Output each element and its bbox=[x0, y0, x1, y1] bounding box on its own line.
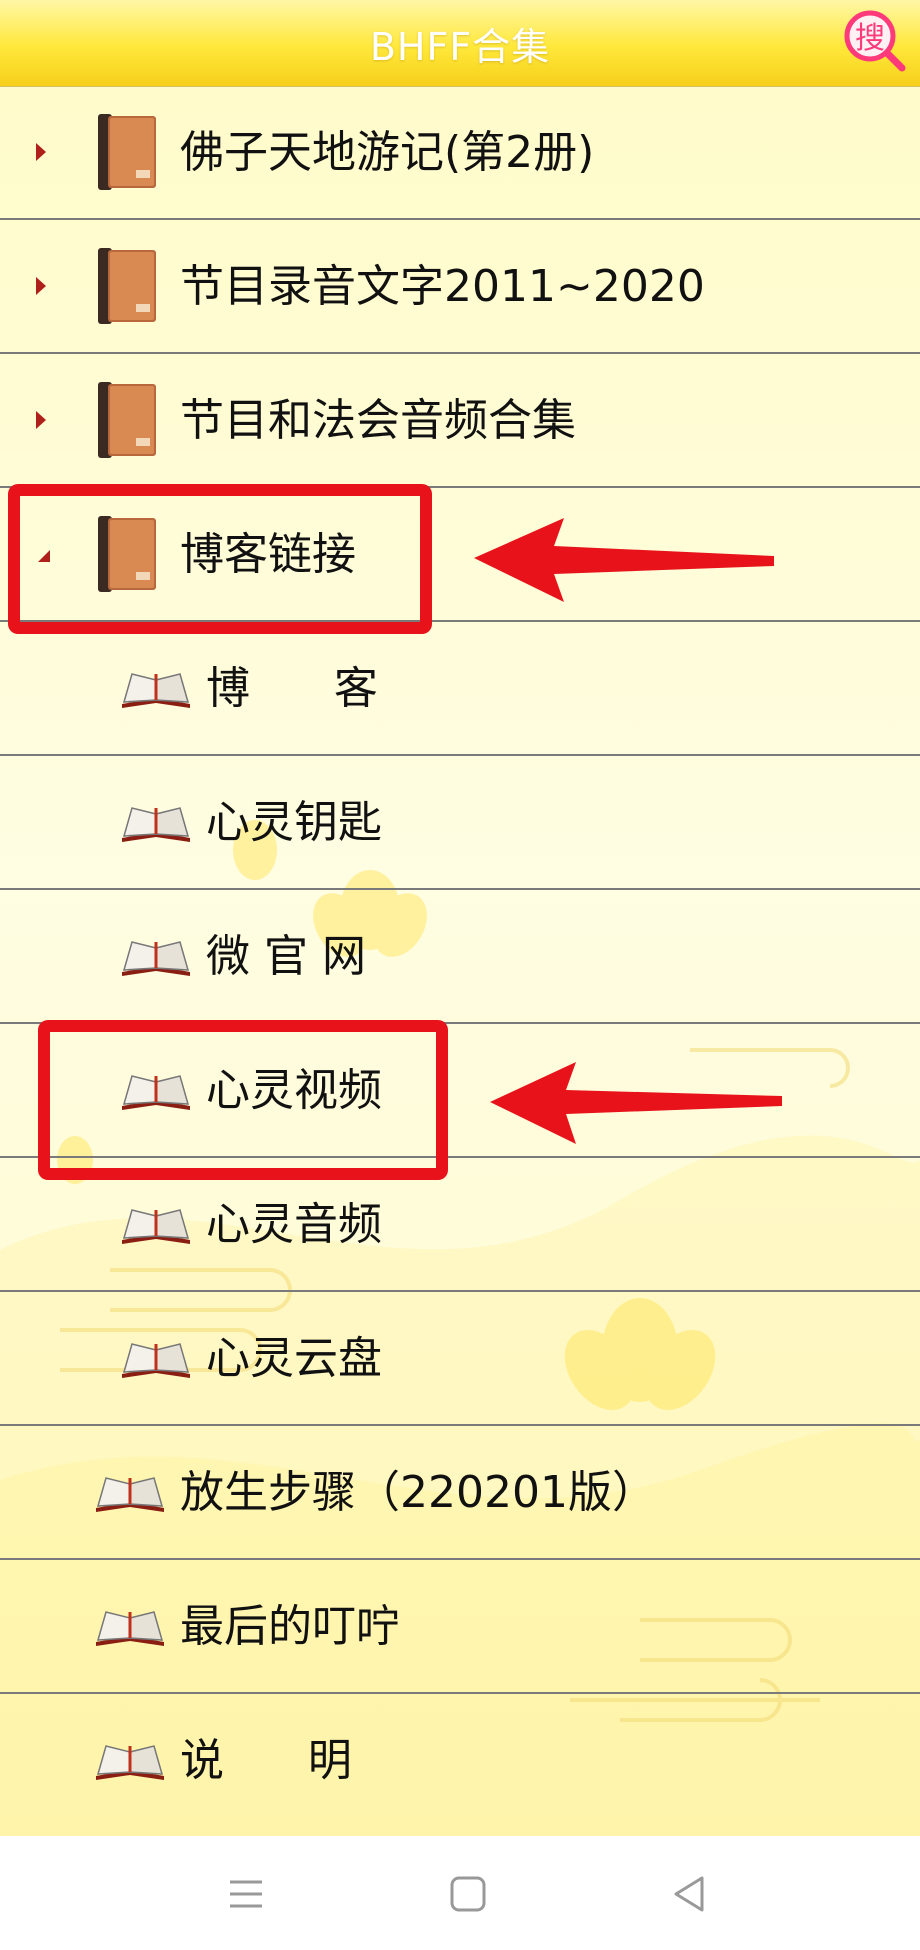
expand-arrow-icon[interactable] bbox=[34, 275, 48, 297]
tree-item-label: 节目录音文字2011~2020 bbox=[180, 261, 705, 312]
title-bar: BHFF合集 搜 bbox=[0, 0, 920, 87]
pointer-arrow-icon bbox=[474, 518, 774, 602]
tree-item-folder[interactable]: 节目和法会音频合集 bbox=[0, 354, 920, 488]
app-title: BHFF合集 bbox=[369, 25, 551, 69]
tree-item-label: 微 官 网 bbox=[206, 931, 366, 982]
open-book-icon bbox=[122, 807, 190, 842]
open-book-icon bbox=[96, 1477, 164, 1512]
tree-item-label: 博 客 bbox=[206, 663, 378, 714]
book-folder-icon bbox=[98, 248, 156, 324]
highlight-box bbox=[38, 1020, 448, 1180]
system-nav-bar bbox=[0, 1836, 920, 1950]
tree-item-label: 最后的叮咛 bbox=[180, 1601, 400, 1652]
book-folder-icon bbox=[98, 382, 156, 458]
tree-item-label: 心灵云盘 bbox=[206, 1333, 382, 1384]
tree-item-folder[interactable]: 节目录音文字2011~2020 bbox=[0, 220, 920, 354]
tree-item-child[interactable]: 心灵云盘 bbox=[0, 1292, 920, 1426]
back-triangle-icon[interactable] bbox=[668, 1872, 712, 1916]
tree-item-page[interactable]: 最后的叮咛 bbox=[0, 1560, 920, 1694]
tree-item-folder[interactable]: 佛子天地游记(第2册) bbox=[0, 86, 920, 220]
search-icon: 搜 bbox=[844, 10, 906, 72]
search-label: 搜 bbox=[855, 21, 885, 56]
tree-item-label: 说 明 bbox=[180, 1735, 352, 1786]
search-button[interactable]: 搜 bbox=[842, 8, 908, 74]
open-book-icon bbox=[122, 941, 190, 976]
open-book-icon bbox=[96, 1745, 164, 1780]
expand-arrow-icon[interactable] bbox=[34, 141, 48, 163]
highlight-box bbox=[8, 484, 432, 634]
tree-item-child[interactable]: 微 官 网 bbox=[0, 890, 920, 1024]
open-book-icon bbox=[96, 1611, 164, 1646]
tree-item-label: 节目和法会音频合集 bbox=[180, 395, 576, 446]
open-book-icon bbox=[122, 673, 190, 708]
tree-item-child[interactable]: 博 客 bbox=[0, 622, 920, 756]
expand-arrow-icon[interactable] bbox=[34, 409, 48, 431]
open-book-icon bbox=[122, 1343, 190, 1378]
menu-icon[interactable] bbox=[224, 1872, 268, 1916]
tree-item-page[interactable]: 说 明 bbox=[0, 1694, 920, 1828]
tree-item-page[interactable]: 放生步骤（220201版） bbox=[0, 1426, 920, 1560]
tree-item-child[interactable]: 心灵钥匙 bbox=[0, 756, 920, 890]
home-square-icon[interactable] bbox=[446, 1872, 490, 1916]
book-folder-icon bbox=[98, 114, 156, 190]
pointer-arrow-icon bbox=[490, 1062, 782, 1144]
tree-list: 佛子天地游记(第2册) 节目录音文字2011~2020 节目和法会音频合集 博客… bbox=[0, 86, 920, 1828]
tree-item-label: 心灵钥匙 bbox=[206, 797, 382, 848]
tree-item-label: 佛子天地游记(第2册) bbox=[180, 127, 595, 178]
tree-item-label: 放生步骤（220201版） bbox=[180, 1467, 656, 1518]
open-book-icon bbox=[122, 1209, 190, 1244]
